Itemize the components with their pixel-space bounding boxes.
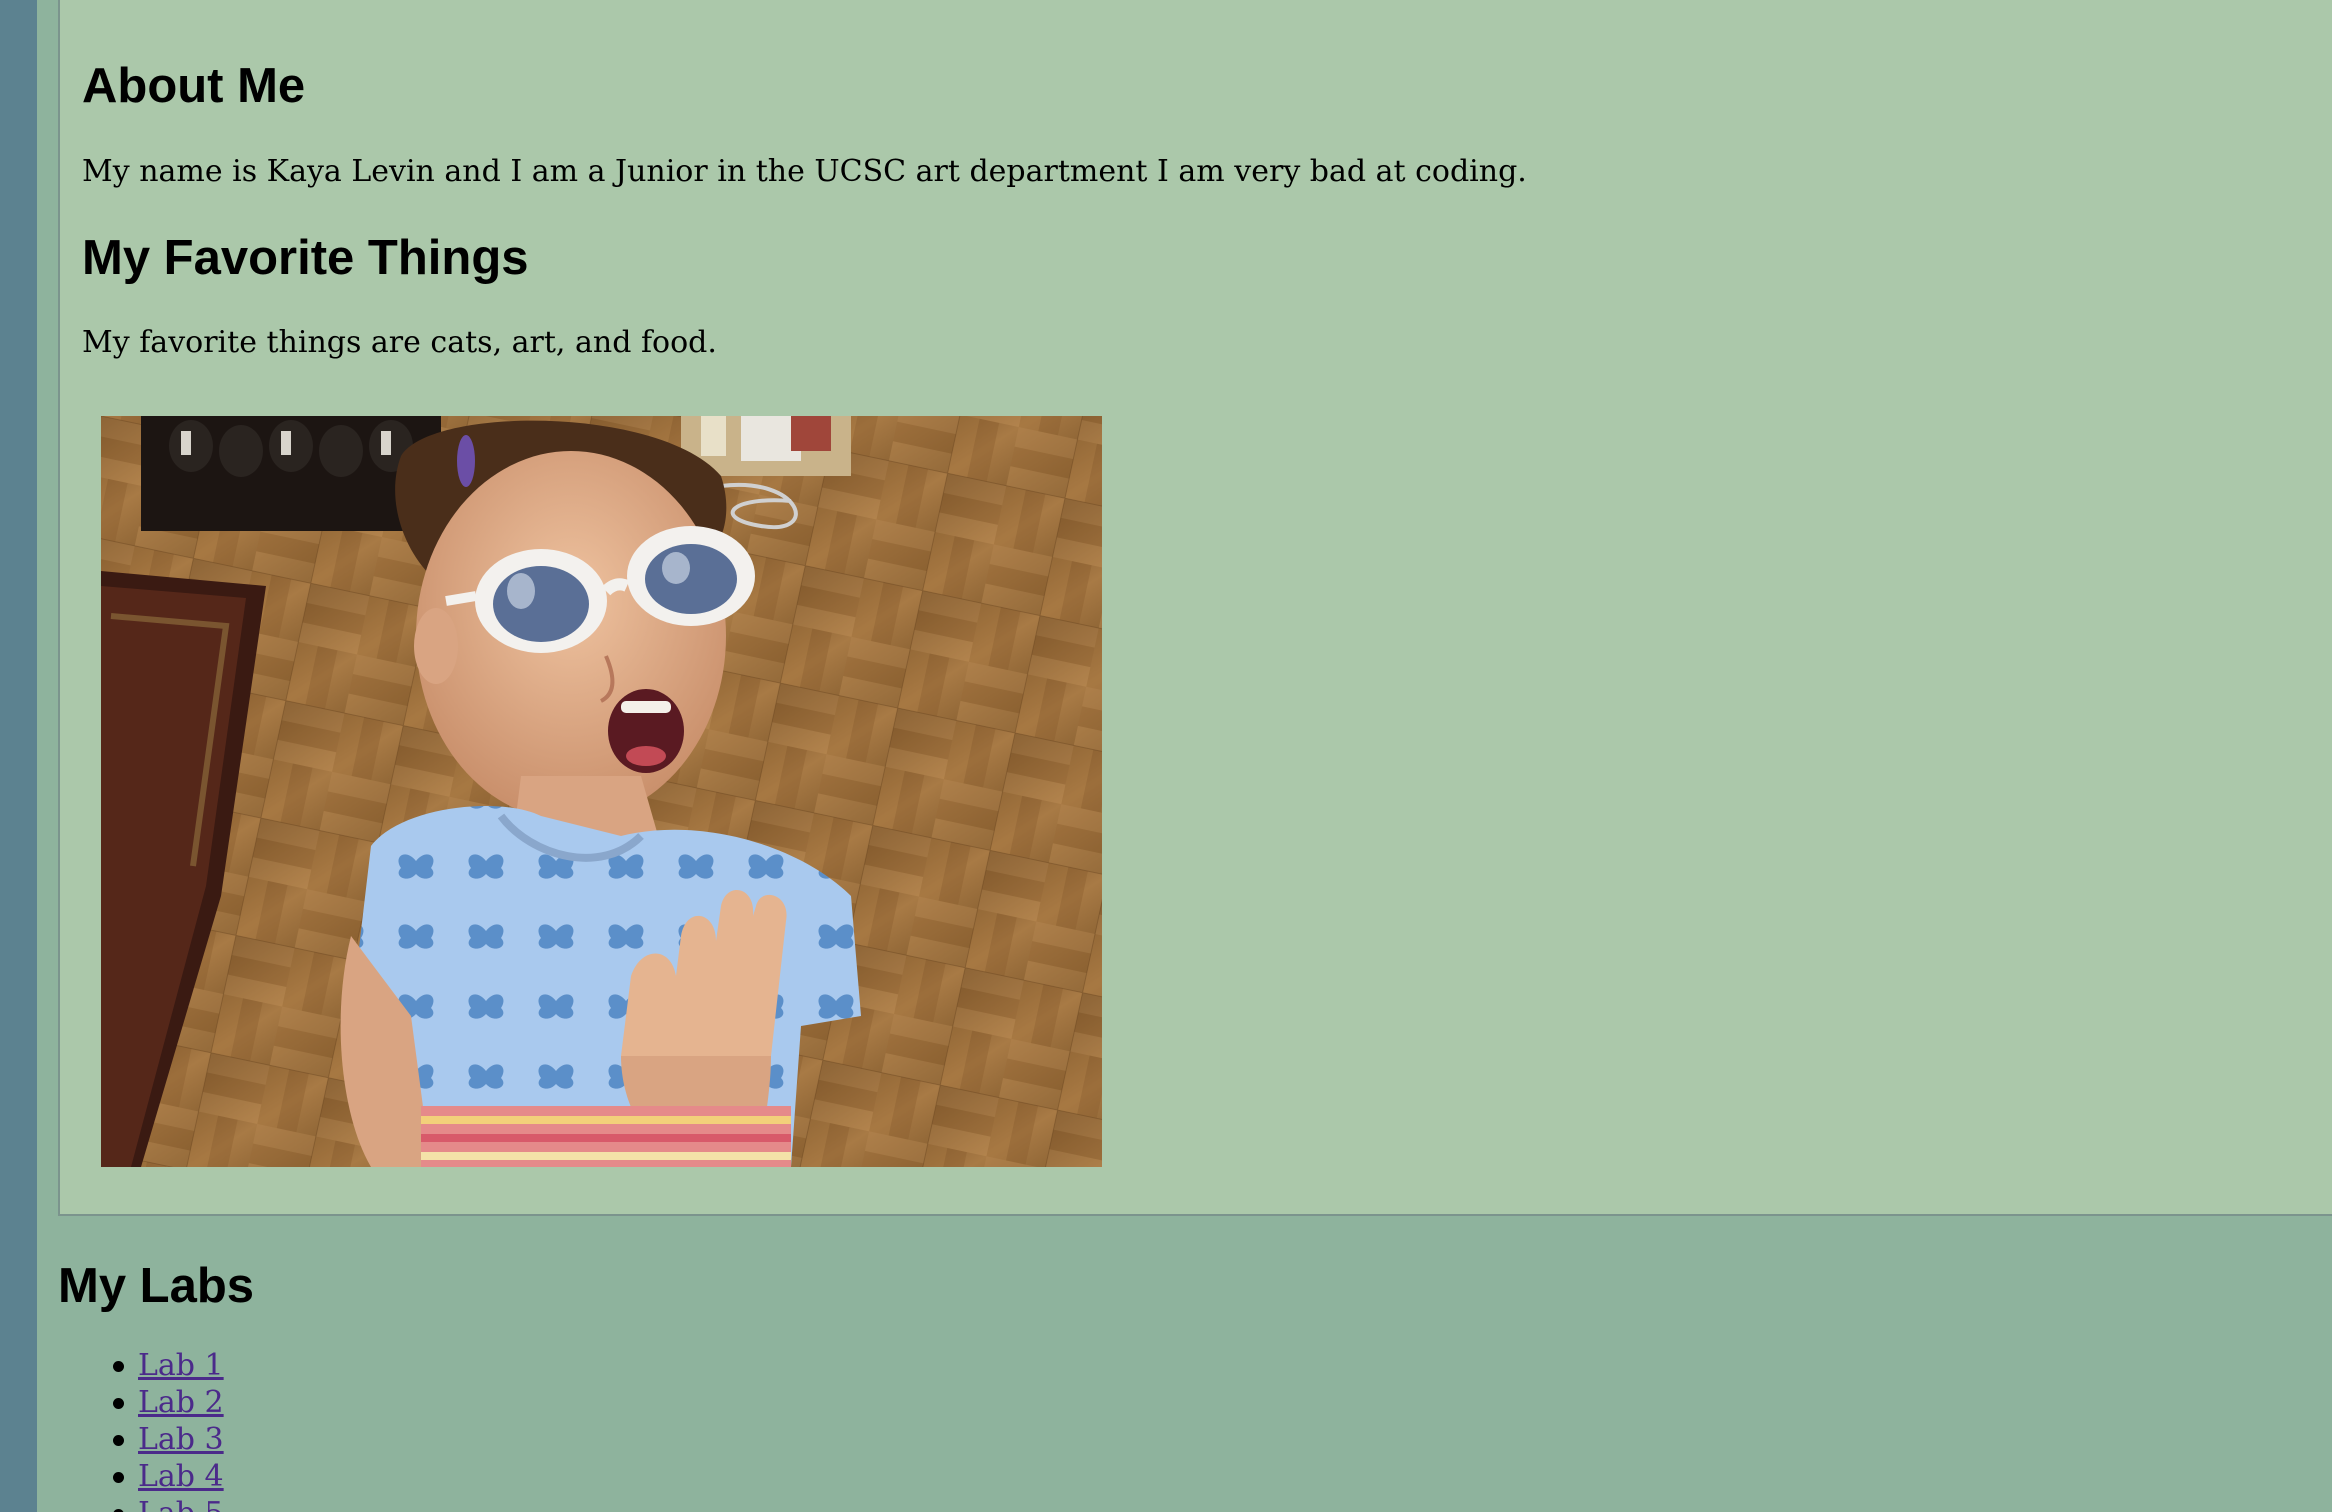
labs-list: Lab 1 Lab 2 Lab 3 Lab 4 Lab 5 <box>0 1347 224 1512</box>
lab-4-link[interactable]: Lab 4 <box>138 1459 224 1494</box>
favorites-heading: My Favorite Things <box>82 231 529 285</box>
lab-2-link[interactable]: Lab 2 <box>138 1385 224 1420</box>
lab-3-link[interactable]: Lab 3 <box>138 1422 224 1457</box>
left-decorative-bar <box>0 0 37 1512</box>
girl-with-sunglasses-photo <box>101 416 1102 1167</box>
about-text: My name is Kaya Levin and I am a Junior … <box>82 154 1527 189</box>
labs-heading: My Labs <box>58 1259 255 1313</box>
list-item: Lab 4 <box>0 1458 224 1495</box>
list-item: Lab 1 <box>0 1347 224 1384</box>
list-item: Lab 5 <box>0 1495 224 1512</box>
photo-illustration <box>101 416 1102 1167</box>
lab-5-link[interactable]: Lab 5 <box>138 1496 224 1512</box>
lab-1-link[interactable]: Lab 1 <box>138 1348 224 1383</box>
bullet-icon <box>113 1472 124 1483</box>
bullet-icon <box>113 1398 124 1409</box>
bullet-icon <box>113 1361 124 1372</box>
bullet-icon <box>113 1435 124 1446</box>
favorites-text: My favorite things are cats, art, and fo… <box>82 325 717 360</box>
list-item: Lab 3 <box>0 1421 224 1458</box>
list-item: Lab 2 <box>0 1384 224 1421</box>
about-heading: About Me <box>82 59 306 113</box>
about-panel: About Me My name is Kaya Levin and I am … <box>58 0 2332 1216</box>
